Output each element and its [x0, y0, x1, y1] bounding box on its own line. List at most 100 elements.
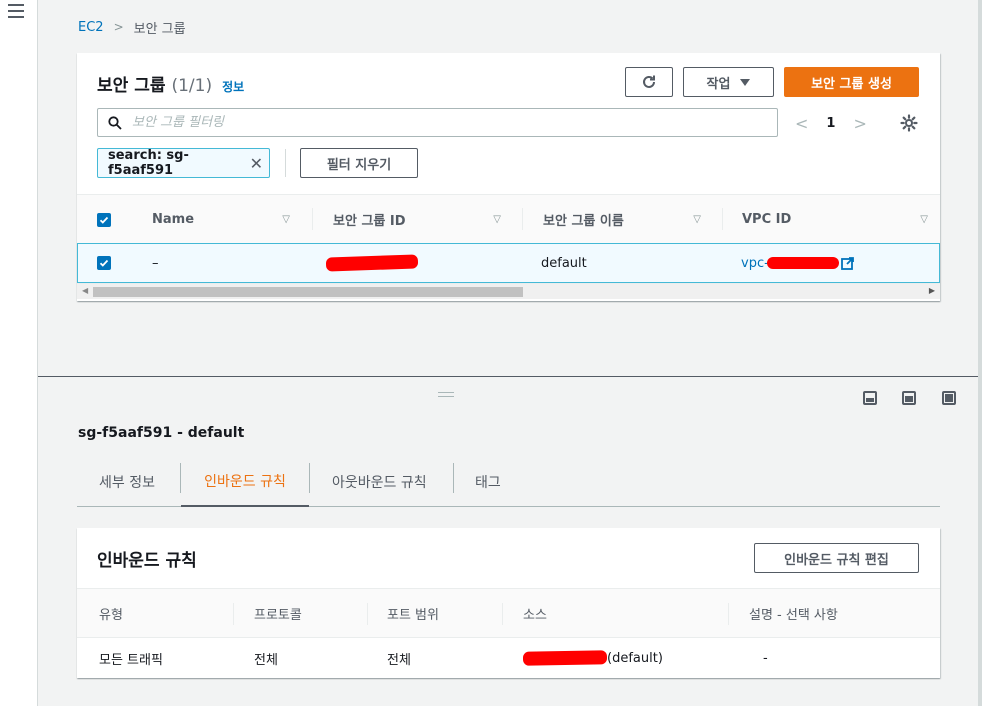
checkmark-icon — [99, 259, 109, 267]
vpc-id-link[interactable]: vpc- — [741, 256, 769, 271]
create-security-group-button[interactable]: 보안 그룹 생성 — [784, 67, 919, 97]
rule-source-suffix: (default) — [607, 650, 663, 666]
gear-icon[interactable] — [899, 113, 919, 133]
tab-outbound-rules[interactable]: 아웃바운드 규칙 — [332, 457, 427, 506]
filter-search-box[interactable] — [97, 108, 778, 137]
column-header-group-name-label: 보안 그룹 이름 — [543, 214, 624, 229]
bottom-panel-half-icon[interactable] — [902, 391, 916, 405]
sort-caret-icon[interactable]: ▽ — [493, 214, 501, 225]
cell-vpc-id[interactable]: vpc- — [741, 244, 854, 282]
tab-inbound-rules[interactable]: 인바운드 규칙 — [181, 457, 309, 507]
next-page-icon[interactable]: > — [853, 114, 866, 133]
scrollbar-thumb[interactable] — [93, 287, 523, 297]
tab-details[interactable]: 세부 정보 — [99, 457, 155, 506]
column-separator — [367, 603, 368, 625]
sort-caret-icon[interactable]: ▽ — [920, 214, 928, 225]
side-nav-strip — [0, 0, 38, 706]
detail-title: sg-f5aaf591 - default — [78, 425, 245, 441]
table-header: Name ▽ 보안 그룹 ID ▽ 보안 그룹 이름 ▽ VPC ID ▽ — [77, 194, 940, 243]
column-separator — [233, 603, 234, 625]
sort-caret-icon[interactable]: ▽ — [282, 214, 290, 225]
drag-handle-icon[interactable] — [438, 392, 454, 398]
redaction-mark — [522, 650, 608, 666]
column-header-vpc-id-label: VPC ID — [742, 212, 792, 227]
breadcrumb-current: 보안 그룹 — [133, 21, 186, 37]
page-title-text: 보안 그룹 — [97, 76, 166, 96]
split-divider[interactable] — [38, 376, 978, 377]
caret-down-icon — [740, 78, 751, 86]
table-row: 모든 트래픽 전체 전체 (default) - — [77, 638, 940, 678]
row-checkbox[interactable] — [97, 256, 111, 270]
detail-tabs: 세부 정보 인바운드 규칙 아웃바운드 규칙 태그 — [77, 457, 940, 507]
rules-column-description: 설명 - 선택 사항 — [749, 607, 838, 623]
close-icon[interactable]: ✕ — [250, 154, 263, 173]
rule-port-range: 전체 — [387, 652, 411, 668]
info-link[interactable]: 정보 — [222, 78, 244, 95]
column-separator — [522, 208, 523, 230]
sort-caret-icon[interactable]: ▽ — [693, 214, 701, 225]
right-edge — [978, 0, 982, 706]
actions-dropdown-button[interactable]: 작업 — [683, 67, 774, 97]
breadcrumb-separator-icon: > — [113, 20, 124, 34]
rules-table-header: 유형 프로토콜 포트 범위 소스 설명 - 선택 사항 — [77, 588, 940, 638]
refresh-button[interactable] — [625, 67, 673, 97]
column-separator — [722, 208, 723, 230]
column-separator — [502, 603, 503, 625]
rules-column-type: 유형 — [99, 607, 123, 623]
prev-page-icon[interactable]: < — [795, 114, 808, 133]
rules-column-port-range: 포트 범위 — [387, 607, 439, 623]
pagination: < 1 > — [795, 110, 867, 136]
rule-type: 모든 트래픽 — [99, 652, 163, 668]
rules-column-protocol: 프로토콜 — [254, 607, 302, 623]
page-title: 보안 그룹 (1/1) 정보 — [97, 71, 244, 96]
filter-token-label: search: sg-f5aaf591 — [108, 148, 189, 178]
scroll-left-icon[interactable]: ◀ — [82, 286, 88, 295]
rule-description: - — [763, 650, 768, 666]
column-header-name-label: Name — [152, 212, 195, 227]
redaction-mark — [325, 254, 419, 272]
cell-name: – — [152, 255, 159, 271]
redaction-mark — [766, 257, 839, 269]
cell-group-id[interactable] — [325, 244, 419, 282]
rule-source: (default) — [522, 638, 663, 678]
external-link-icon[interactable] — [840, 256, 854, 270]
checkmark-icon — [99, 216, 109, 224]
security-groups-panel: 보안 그룹 (1/1) 정보 작업 보안 그룹 생성 < 1 > search:… — [77, 53, 940, 301]
column-separator — [728, 603, 729, 625]
breadcrumb: EC2 > 보안 그룹 — [78, 18, 186, 37]
tab-tags[interactable]: 태그 — [475, 457, 501, 506]
column-header-group-id-label: 보안 그룹 ID — [333, 214, 406, 229]
column-header-name[interactable]: Name ▽ — [152, 195, 302, 244]
table-row[interactable]: – default vpc- — [77, 243, 940, 283]
clear-filters-button[interactable]: 필터 지우기 — [300, 148, 418, 178]
breadcrumb-ec2-link[interactable]: EC2 — [78, 20, 104, 35]
menu-icon[interactable] — [8, 4, 24, 18]
select-all-checkbox[interactable] — [97, 212, 111, 227]
divider — [285, 149, 286, 177]
column-separator — [312, 208, 313, 230]
filter-search-input[interactable] — [130, 114, 730, 131]
current-page-number[interactable]: 1 — [826, 116, 835, 131]
column-header-group-name[interactable]: 보안 그룹 이름 ▽ — [543, 195, 713, 244]
edit-inbound-rules-button[interactable]: 인바운드 규칙 편집 — [754, 543, 919, 573]
inbound-rules-panel: 인바운드 규칙 인바운드 규칙 편집 유형 프로토콜 포트 범위 소스 설명 -… — [77, 528, 940, 678]
inbound-rules-title: 인바운드 규칙 — [97, 551, 197, 571]
column-header-group-id[interactable]: 보안 그룹 ID ▽ — [333, 195, 513, 244]
refresh-icon — [643, 75, 655, 88]
column-header-vpc-id[interactable]: VPC ID ▽ — [742, 195, 940, 244]
actions-label: 작업 — [706, 76, 731, 92]
tab-separator — [453, 463, 454, 493]
horizontal-scrollbar[interactable]: ◀ ▶ — [77, 283, 940, 299]
rules-column-source: 소스 — [523, 607, 547, 623]
bottom-panel-full-icon[interactable] — [942, 391, 956, 405]
scroll-right-icon[interactable]: ▶ — [929, 286, 935, 295]
cell-group-name: default — [541, 255, 587, 271]
bottom-panel-small-icon[interactable] — [863, 391, 877, 405]
search-icon — [108, 115, 122, 130]
filter-token: search: sg-f5aaf591 ✕ — [97, 148, 270, 178]
rule-protocol: 전체 — [254, 652, 278, 668]
selection-count: (1/1) — [171, 76, 213, 96]
row-select-cell — [97, 244, 111, 282]
select-all-cell — [97, 195, 127, 244]
tab-separator — [309, 463, 310, 493]
